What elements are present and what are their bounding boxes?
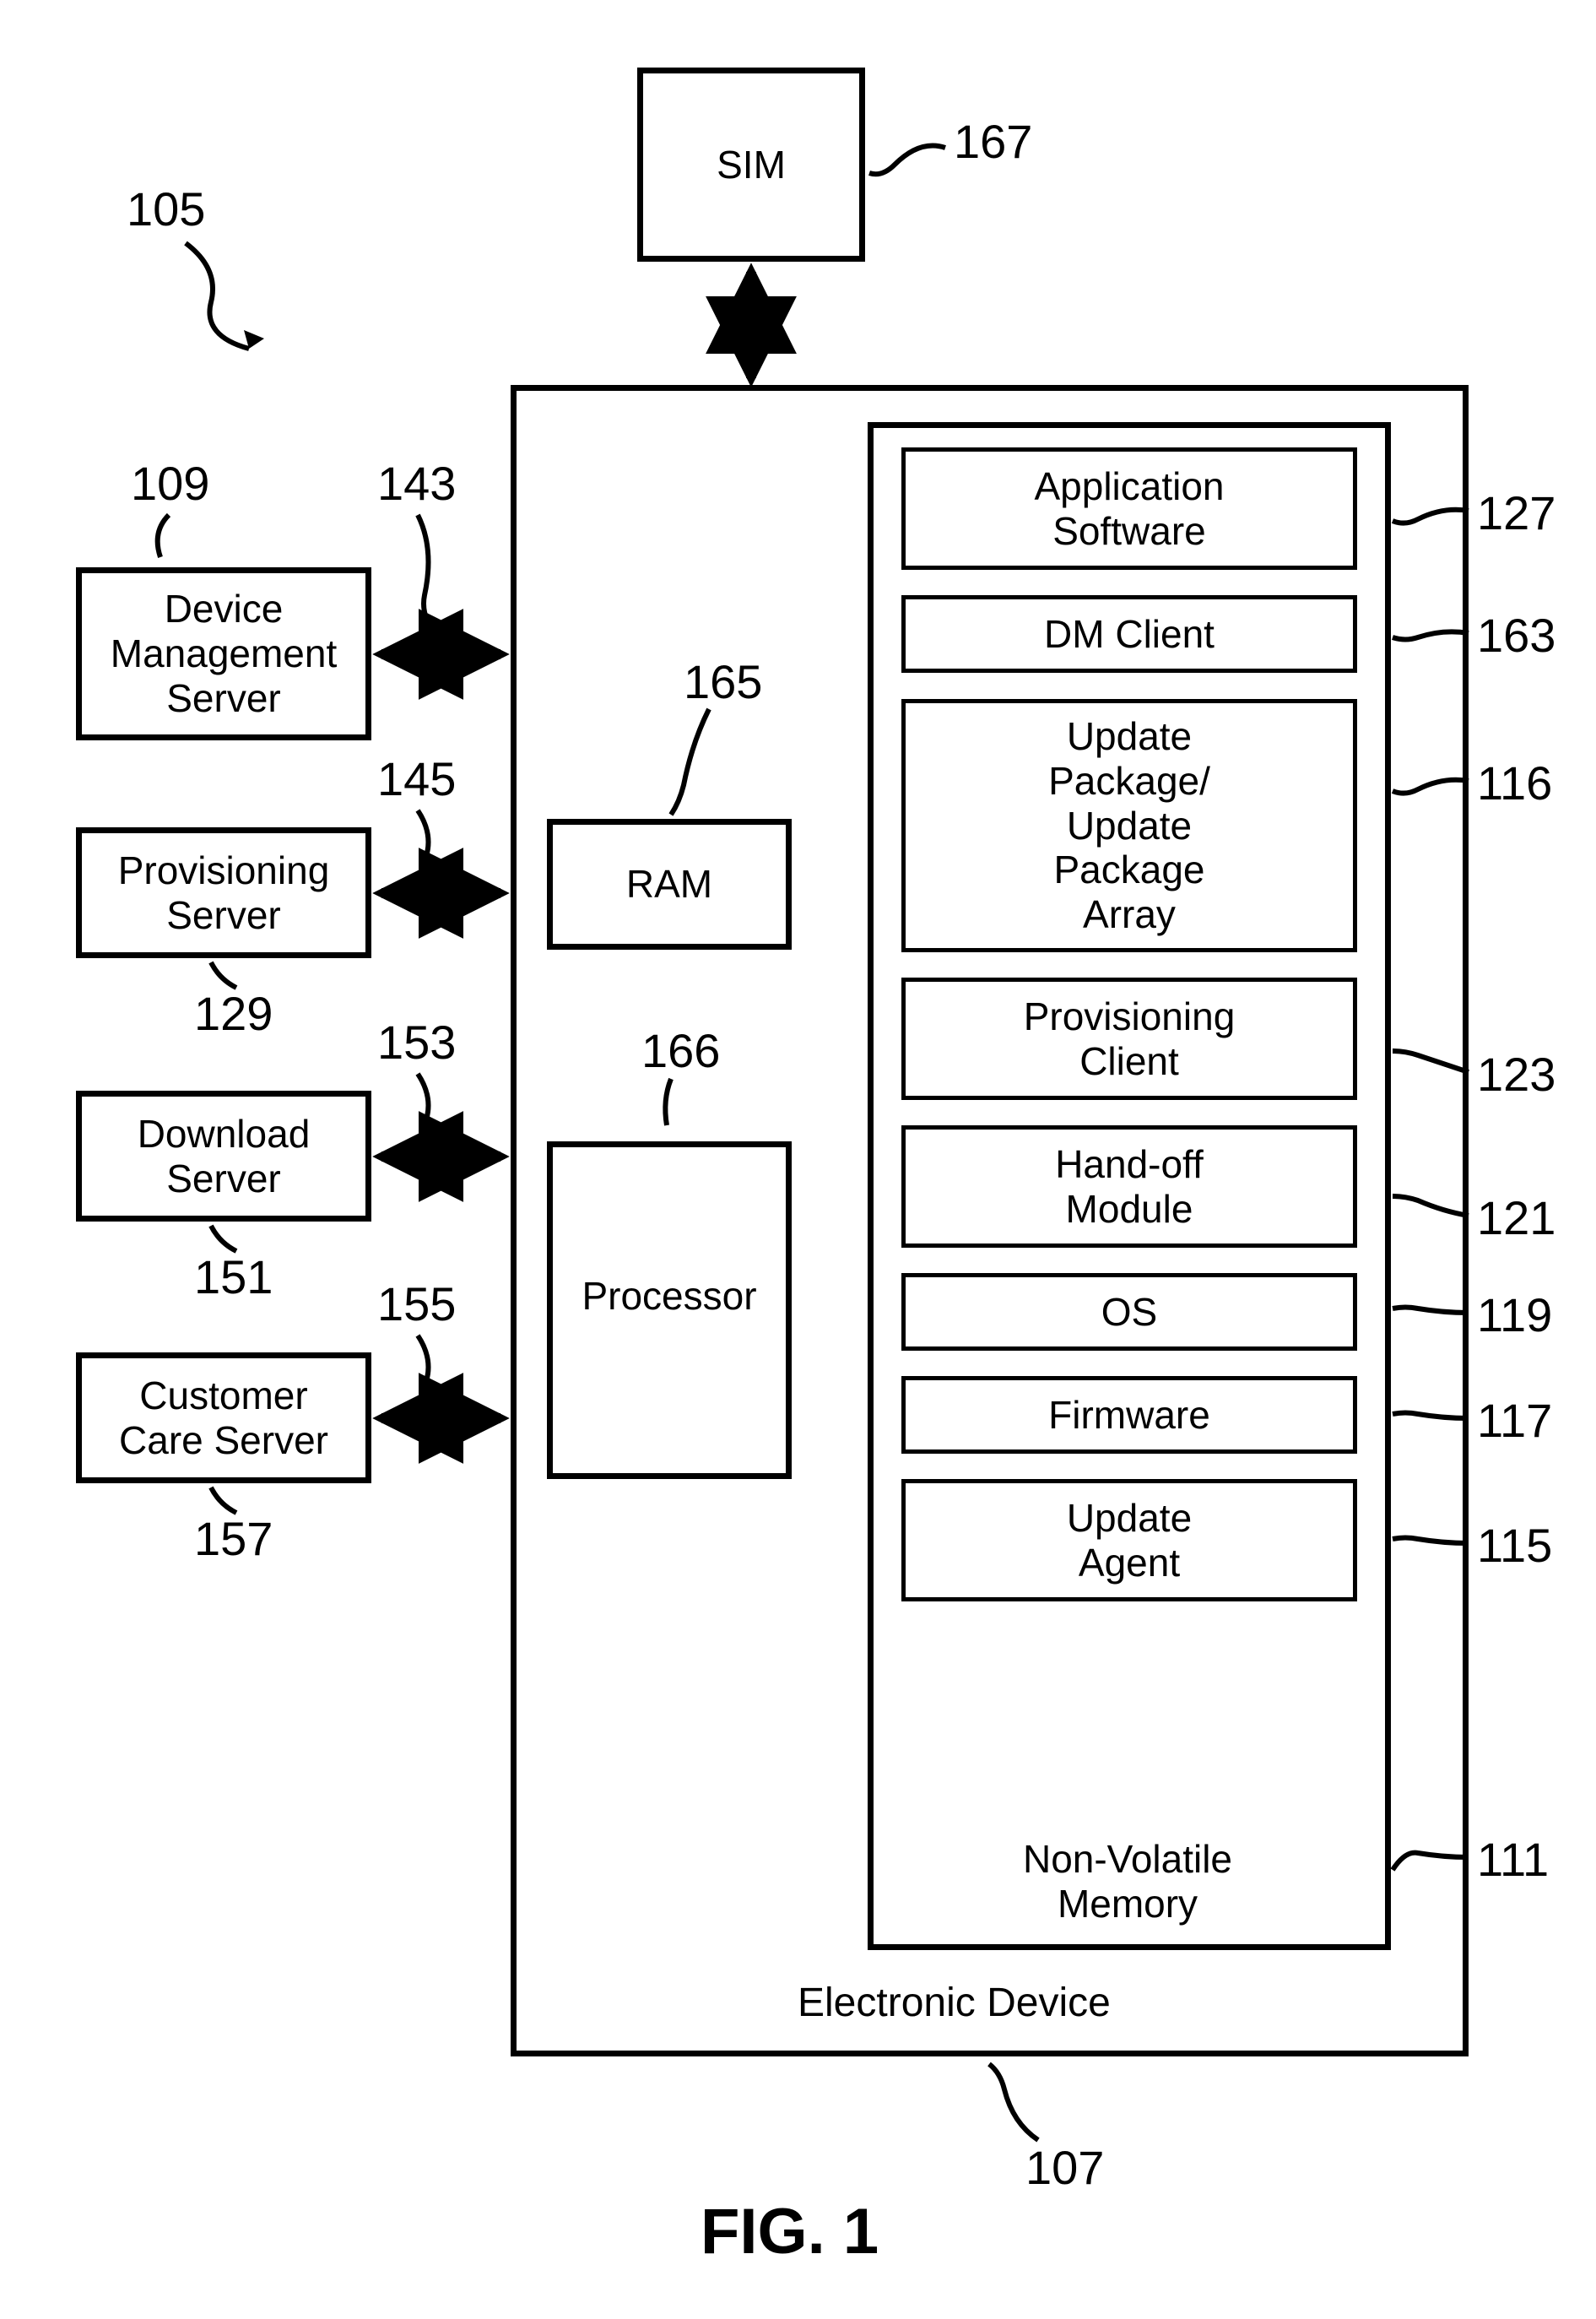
connectors-svg — [34, 34, 1562, 2285]
diagram-canvas: SIM 167 Electronic Device 107 RAM 165 Pr… — [34, 34, 1562, 2285]
